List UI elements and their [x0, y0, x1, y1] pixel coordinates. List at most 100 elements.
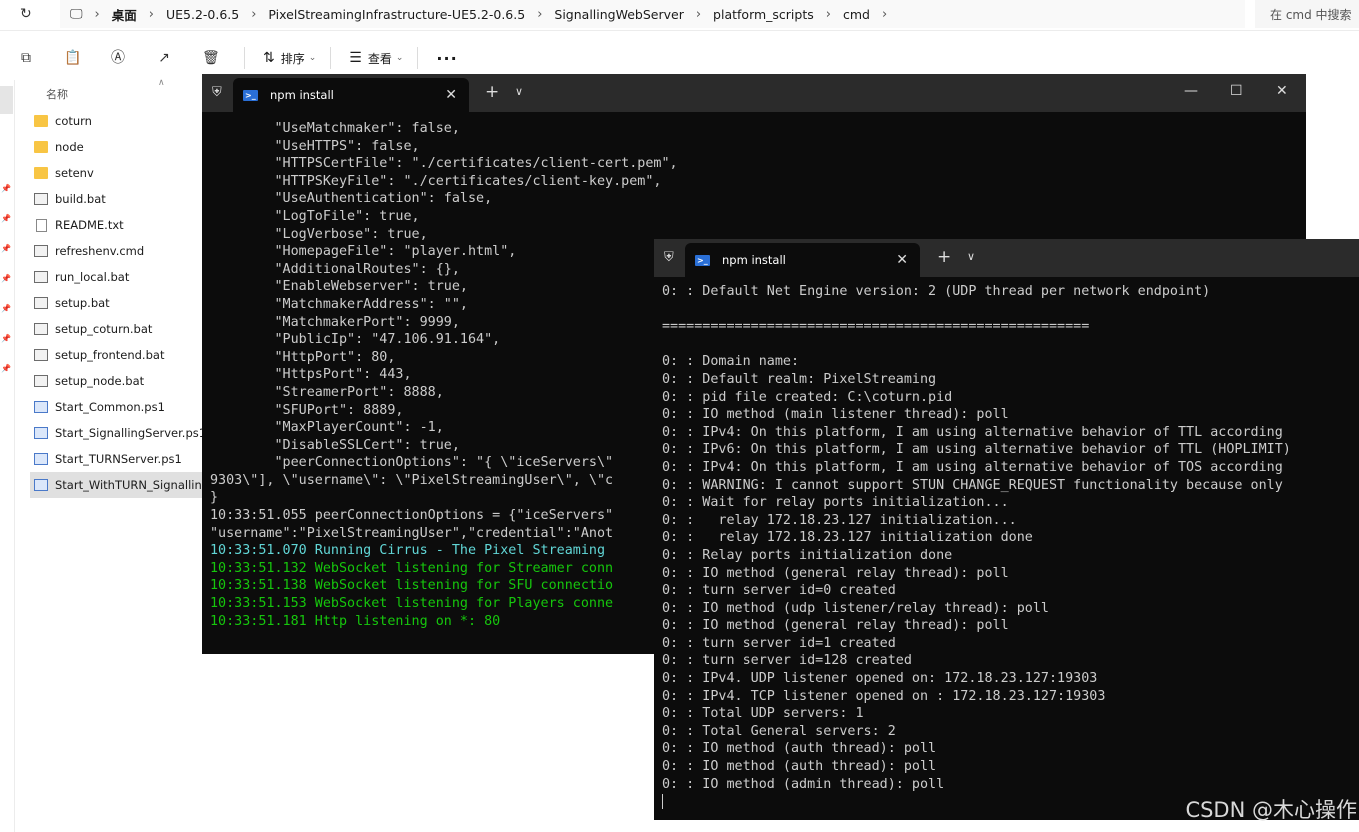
maximize-icon[interactable]: ☐: [1230, 83, 1243, 99]
breadcrumb-platform-scripts[interactable]: platform_scripts: [713, 7, 814, 22]
delete-icon[interactable]: 🗑: [202, 50, 220, 66]
chevron-right-icon[interactable]: ›: [882, 7, 887, 22]
new-tab-icon[interactable]: +: [485, 82, 499, 102]
view-list-icon: ☰: [349, 50, 362, 66]
file-name: build.bat: [55, 192, 106, 206]
address-bar[interactable]: 🖵 › 桌面 › UE5.2-0.6.5 › PixelStreamingInf…: [60, 0, 1245, 28]
terminal-titlebar[interactable]: ⛨ >_ npm install ✕ + ∨: [654, 239, 1359, 277]
file-name: README.txt: [55, 218, 124, 232]
chevron-right-icon[interactable]: ›: [696, 7, 701, 22]
chevron-down-icon[interactable]: ∨: [515, 85, 523, 98]
terminal-tab[interactable]: >_ npm install ✕: [685, 243, 920, 277]
pin-icon[interactable]: 📌: [1, 334, 11, 343]
file-list-item[interactable]: Start_Common.ps1: [30, 394, 202, 420]
refresh-icon[interactable]: ↻: [20, 6, 32, 22]
paste-icon[interactable]: 📋: [64, 50, 81, 66]
file-name: Start_SignallingServer.ps1: [55, 426, 202, 440]
toolbar-divider: [330, 47, 332, 69]
terminal-line: "MaxPlayerCount": -1,: [210, 420, 444, 436]
terminal-window-coturn[interactable]: ⛨ >_ npm install ✕ + ∨ 0: : Default Net …: [654, 239, 1359, 820]
terminal-line: 0: : relay 172.18.23.127 initialization.…: [662, 512, 1017, 528]
chevron-down-icon[interactable]: ∨: [967, 250, 975, 263]
breadcrumb-cmd[interactable]: cmd: [843, 7, 870, 22]
terminal-line: "HomepageFile": "player.html",: [210, 244, 517, 260]
search-input[interactable]: 在 cmd 中搜索: [1255, 0, 1359, 28]
terminal-line: 10:33:51.055 peerConnectionOptions = {"i…: [210, 508, 614, 524]
sort-button[interactable]: ⇅ 排序 ⌄: [263, 50, 316, 67]
file-list-item[interactable]: setenv: [30, 160, 202, 186]
new-tab-icon[interactable]: +: [937, 247, 951, 267]
file-list-item[interactable]: build.bat: [30, 186, 202, 212]
file-list-item[interactable]: coturn: [30, 108, 202, 134]
computer-icon[interactable]: 🖵: [70, 7, 83, 22]
pin-icon[interactable]: 📌: [1, 184, 11, 193]
rename-icon[interactable]: Ⓐ: [110, 50, 126, 66]
chevron-right-icon[interactable]: ›: [251, 7, 256, 22]
chevron-right-icon[interactable]: ›: [149, 7, 154, 22]
pin-icon[interactable]: 📌: [1, 364, 11, 373]
terminal-line: "EnableWebserver": true,: [210, 279, 468, 295]
terminal-output[interactable]: "UseMatchmaker": false, "UseHTTPS": fals…: [210, 120, 678, 630]
chevron-down-icon: ⌄: [308, 53, 317, 63]
file-name: setup_coturn.bat: [55, 322, 153, 336]
file-list-item[interactable]: setup_frontend.bat: [30, 342, 202, 368]
file-name: setenv: [55, 166, 94, 180]
terminal-tab[interactable]: >_ npm install ✕: [233, 78, 469, 112]
terminal-line: 0: : Default realm: PixelStreaming: [662, 371, 937, 387]
close-tab-icon[interactable]: ✕: [896, 252, 908, 268]
file-list-item[interactable]: Start_WithTURN_SignallingServer.ps1: [30, 472, 202, 498]
terminal-output[interactable]: 0: : Default Net Engine version: 2 (UDP …: [662, 283, 1291, 811]
file-list-item[interactable]: README.txt: [30, 212, 202, 238]
terminal-line: 0: : IO method (auth thread): poll: [662, 741, 937, 757]
column-header-name[interactable]: 名称: [46, 86, 68, 102]
file-list-item[interactable]: setup.bat: [30, 290, 202, 316]
breadcrumb-infrastructure[interactable]: PixelStreamingInfrastructure-UE5.2-0.6.5: [268, 7, 525, 22]
pin-icon[interactable]: 📌: [1, 304, 11, 313]
sort-label: 排序: [280, 51, 305, 66]
close-window-icon[interactable]: ✕: [1276, 83, 1288, 99]
chevron-right-icon[interactable]: ›: [826, 7, 831, 22]
terminal-line: 0: : IPv4: On this platform, I am using …: [662, 424, 1283, 440]
minimize-icon[interactable]: —: [1184, 83, 1198, 99]
terminal-line: 0: : Domain name:: [662, 354, 800, 370]
nav-selected-item[interactable]: [0, 86, 13, 114]
batch-file-icon: [34, 349, 48, 361]
file-list-item[interactable]: refreshenv.cmd: [30, 238, 202, 264]
share-icon[interactable]: ↗: [156, 50, 172, 66]
terminal-titlebar[interactable]: ⛨ >_ npm install ✕ + ∨ — ☐ ✕: [202, 74, 1306, 112]
terminal-line: "MatchmakerAddress": "",: [210, 296, 468, 312]
more-options-button[interactable]: ···: [436, 49, 457, 68]
file-list-item[interactable]: Start_SignallingServer.ps1: [30, 420, 202, 446]
breadcrumb-ue52[interactable]: UE5.2-0.6.5: [166, 7, 239, 22]
file-list-item[interactable]: setup_coturn.bat: [30, 316, 202, 342]
terminal-line: "UseMatchmaker": false,: [210, 121, 460, 136]
breadcrumb-signallingwebserver[interactable]: SignallingWebServer: [554, 7, 683, 22]
close-tab-icon[interactable]: ✕: [445, 87, 457, 103]
pin-icon[interactable]: 📌: [1, 214, 11, 223]
navigation-pane[interactable]: 📌 📌 📌 📌 📌 📌 📌: [0, 80, 15, 832]
chevron-right-icon[interactable]: ›: [537, 7, 542, 22]
powershell-script-icon: [34, 479, 48, 491]
file-list-item[interactable]: node: [30, 134, 202, 160]
text-file-icon: [36, 218, 47, 232]
batch-file-icon: [34, 245, 48, 257]
view-button[interactable]: ☰ 查看 ⌄: [349, 50, 403, 67]
file-list-item[interactable]: run_local.bat: [30, 264, 202, 290]
terminal-line: "UseHTTPS": false,: [210, 138, 420, 154]
breadcrumb-desktop[interactable]: 桌面: [112, 5, 137, 24]
terminal-line: 0: : IO method (auth thread): poll: [662, 759, 937, 775]
file-name: Start_WithTURN_SignallingServer.ps1: [55, 478, 202, 492]
file-list-item[interactable]: setup_node.bat: [30, 368, 202, 394]
terminal-line: 0: : WARNING: I cannot support STUN CHAN…: [662, 477, 1283, 493]
pin-icon[interactable]: 📌: [1, 244, 11, 253]
terminal-line: "UseAuthentication": false,: [210, 191, 493, 207]
file-list-item[interactable]: Start_TURNServer.ps1: [30, 446, 202, 472]
terminal-line: 0: : IPv4. TCP listener opened on : 172.…: [662, 688, 1106, 704]
terminal-line: "peerConnectionOptions": "{ \"iceServers…: [210, 455, 614, 471]
pin-icon[interactable]: 📌: [1, 274, 11, 283]
chevron-right-icon[interactable]: ›: [95, 7, 100, 22]
file-name: setup.bat: [55, 296, 110, 310]
copy-icon[interactable]: ⧉: [18, 50, 34, 66]
